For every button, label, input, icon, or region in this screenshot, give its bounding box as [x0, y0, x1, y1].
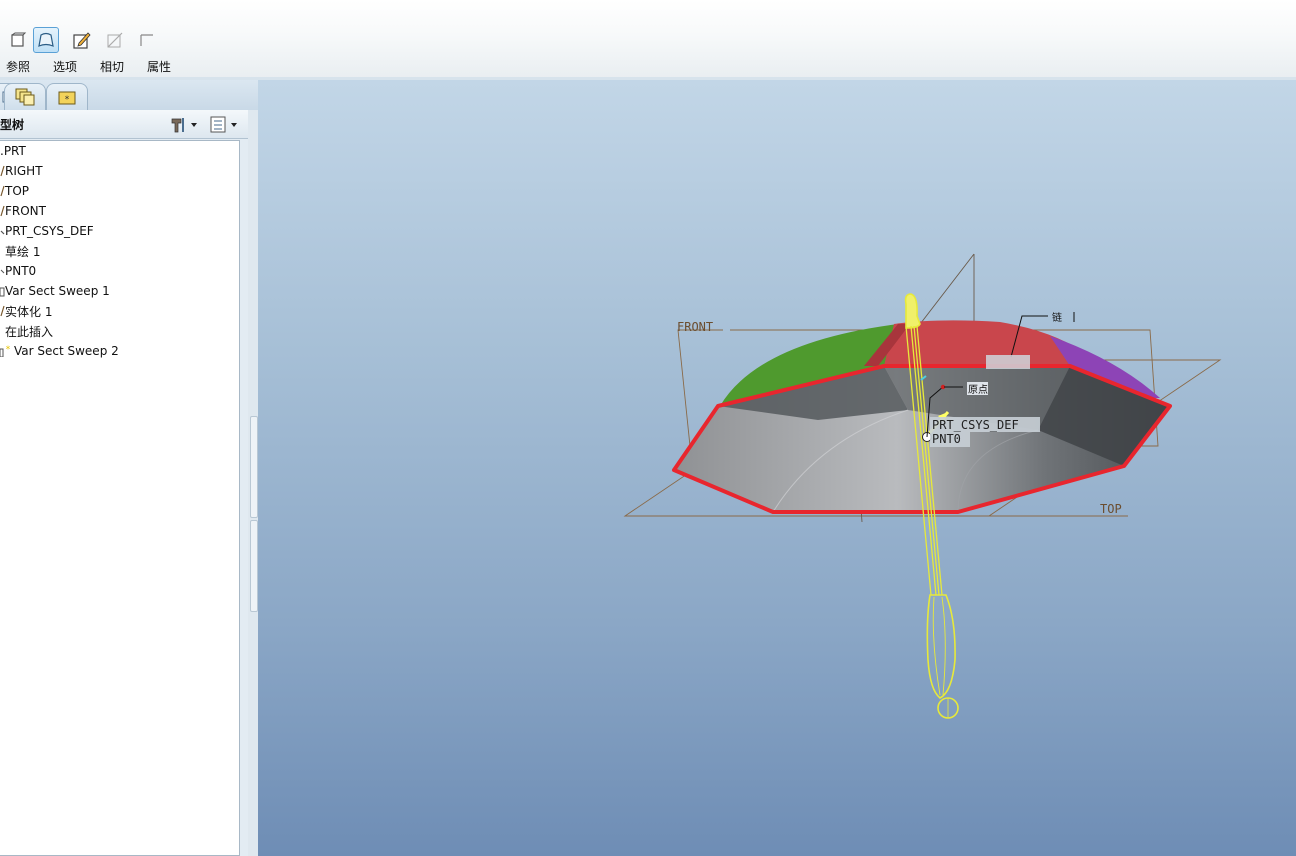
tree-item-label: 草绘 1 [5, 244, 41, 259]
datum-label-front: FRONT [677, 320, 713, 334]
tree-item-label: PRT_CSYS_DEF [5, 224, 94, 238]
tree-item[interactable]: .PRT [0, 141, 238, 161]
tree-item-label: PNT0 [5, 264, 37, 278]
svg-text:*: * [6, 345, 11, 355]
tree-item[interactable]: 实体化 1 [0, 301, 238, 321]
surface-toggle-button[interactable] [33, 27, 59, 53]
model-scene: FRONT TOP PRT_CSYS_DEF PNT0 原点 链 [623, 253, 1222, 719]
tree-item[interactable]: TOP [0, 181, 238, 201]
svg-text:*: * [65, 95, 70, 105]
sketch-pencil-icon [73, 32, 91, 49]
tree-settings-button[interactable] [169, 114, 199, 134]
tree-item-label: 在此插入 [5, 324, 54, 339]
csys-label: PRT_CSYS_DEF [932, 418, 1019, 432]
navigator-tabs: * [0, 80, 258, 110]
favorites-folder-icon: * [58, 91, 76, 105]
tab-options[interactable]: 选项 [53, 58, 77, 75]
sweep-icon: * [0, 345, 11, 357]
tree-list-icon [210, 116, 237, 133]
tab-layers[interactable] [4, 83, 46, 110]
thicken-button[interactable] [134, 27, 160, 53]
origin-tag: 原点 [968, 384, 988, 396]
tree-item-label: RIGHT [5, 164, 43, 178]
remove-material-icon [107, 32, 123, 48]
tree-item-active[interactable]: * Var Sect Sweep 2 [0, 341, 238, 361]
umbrella-handle [926, 594, 956, 699]
tree-item-label: .PRT [0, 144, 26, 158]
tree-item[interactable]: RIGHT [0, 161, 238, 181]
model-tree-header: 型树 [0, 110, 248, 139]
tree-item-label: Var Sect Sweep 1 [5, 284, 110, 298]
tree-show-button[interactable] [209, 114, 241, 134]
tree-item-label: Var Sect Sweep 2 [14, 344, 119, 358]
chain-tag: 链 [1052, 311, 1062, 324]
layers-icon [15, 88, 35, 106]
solid-icon [11, 32, 27, 47]
solid-toggle-button[interactable] [5, 27, 31, 53]
tree-item[interactable]: Var Sect Sweep 1 [0, 281, 238, 301]
sash-grip-lower[interactable] [250, 520, 258, 612]
tree-item[interactable]: 草绘 1 [0, 241, 238, 261]
model-tree-list: .PRT RIGHT TOP FRONT PRT_CSYS_DEF 草绘 1 P… [0, 140, 240, 856]
tab-tangency[interactable]: 相切 [100, 58, 124, 75]
tree-item[interactable]: PNT0 [0, 261, 238, 281]
tree-item-label: FRONT [5, 204, 46, 218]
tools-hammer-icon [171, 118, 197, 133]
thicken-icon [140, 34, 153, 46]
graphics-window[interactable]: FRONT TOP PRT_CSYS_DEF PNT0 原点 链 [258, 80, 1296, 856]
tree-item-label: 实体化 1 [5, 304, 53, 319]
remove-material-button[interactable] [102, 27, 128, 53]
tab-references[interactable]: 参照 [6, 58, 30, 75]
sketch-section-button[interactable] [69, 27, 95, 53]
sash-grip-upper[interactable] [250, 416, 258, 518]
tree-item-label: TOP [5, 184, 30, 198]
model-tree-title: 型树 [0, 118, 25, 132]
navigator-panel: * 型树 .PRT RIGHT TOP FRONT PRT_CSYS_DEF 草… [0, 80, 258, 856]
panel-sash[interactable] [248, 110, 258, 856]
tab-folder-browser[interactable]: * [46, 83, 88, 110]
tree-item[interactable]: 在此插入 [0, 321, 238, 341]
tree-item[interactable]: PRT_CSYS_DEF [0, 221, 238, 241]
surface-icon [38, 32, 54, 47]
tab-properties[interactable]: 属性 [147, 58, 171, 75]
point-label: PNT0 [932, 432, 961, 446]
datum-label-top: TOP [1100, 502, 1122, 516]
tree-item[interactable]: FRONT [0, 201, 238, 221]
sweep-dashboard: 参照 选项 相切 属性 [0, 0, 1296, 79]
